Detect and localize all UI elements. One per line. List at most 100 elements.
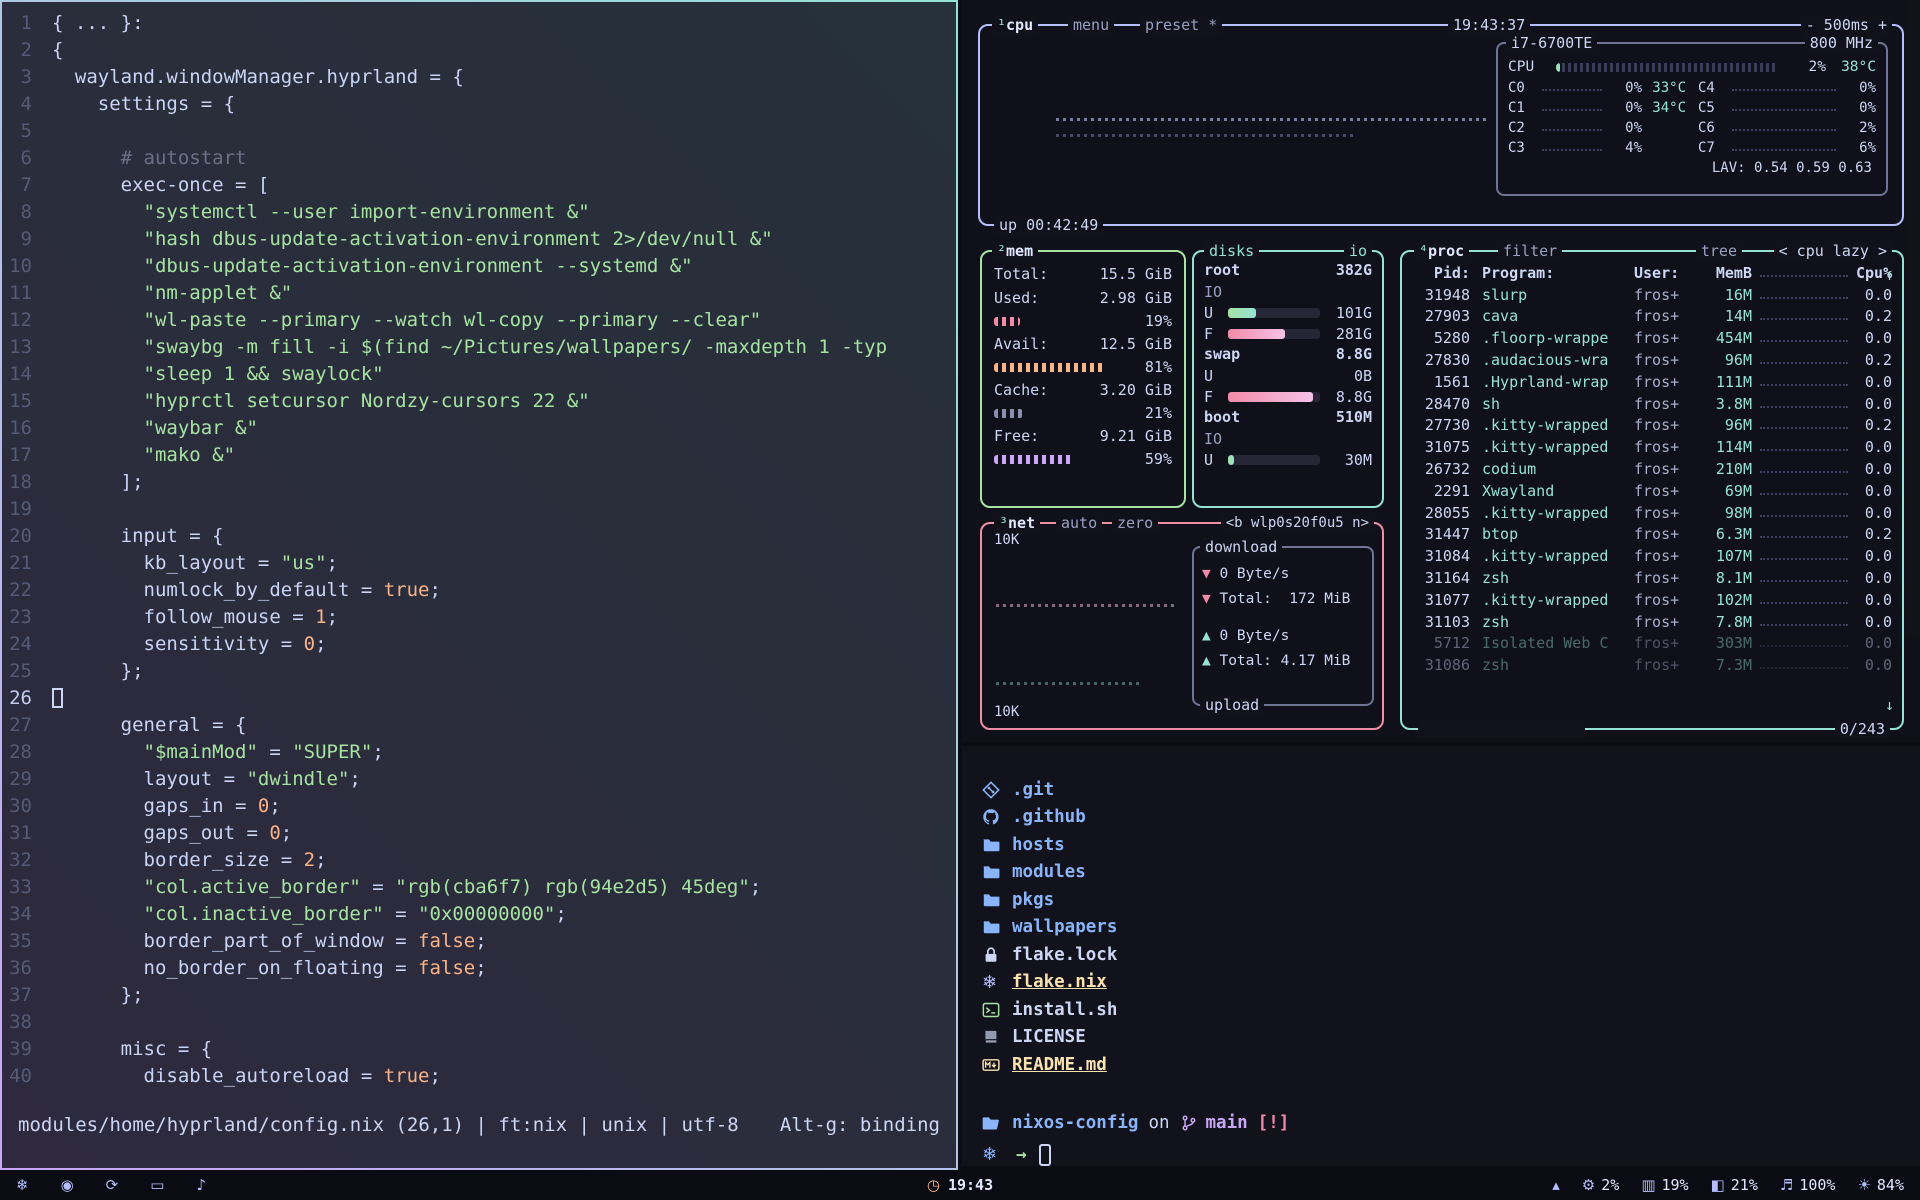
waybar-clock-module[interactable]: ◷ 19:43	[927, 1176, 993, 1194]
editor-line[interactable]: 4 settings = {	[2, 91, 956, 118]
disk-module[interactable]: ◧21%	[1711, 1176, 1758, 1194]
tray-chevron-module[interactable]: ▴	[1552, 1176, 1560, 1194]
editor-line[interactable]: 36 no_border_on_floating = false;	[2, 955, 956, 982]
editor-line[interactable]: 20 input = {	[2, 523, 956, 550]
process-row[interactable]: 28055.kitty-wrappedfros+98M0.0	[1414, 502, 1892, 524]
process-row[interactable]: 31447btopfros+6.3M0.2	[1414, 524, 1892, 546]
editor-line[interactable]: 16 "waybar &"	[2, 415, 956, 442]
brightness-module[interactable]: ☀84%	[1857, 1176, 1904, 1194]
editor-line[interactable]: 8 "systemctl --user import-environment &…	[2, 199, 956, 226]
refresh-icon[interactable]: ⟳	[106, 1176, 119, 1194]
proc-header-row[interactable]: Pid: Program: User: MemB Cpu%	[1414, 262, 1892, 284]
editor-line[interactable]: 18 ];	[2, 469, 956, 496]
file-item[interactable]: install.sh	[982, 996, 1920, 1024]
editor-line[interactable]: 9 "hash dbus-update-activation-environme…	[2, 226, 956, 253]
file-item[interactable]: README.md	[982, 1051, 1920, 1079]
editor-line[interactable]: 40 disable_autoreload = true;	[2, 1063, 956, 1090]
file-item[interactable]: LICENSE	[982, 1024, 1920, 1052]
editor-line[interactable]: 13 "swaybg -m fill -i $(find ~/Pictures/…	[2, 334, 956, 361]
editor-line[interactable]: 6 # autostart	[2, 145, 956, 172]
editor-line[interactable]: 38	[2, 1009, 956, 1036]
process-row[interactable]: 31086zshfros+7.3M0.0	[1414, 654, 1892, 676]
proc-header-pid[interactable]: Pid:	[1414, 264, 1470, 282]
proc-header-mem[interactable]: MemB	[1700, 264, 1752, 282]
process-row[interactable]: 27830.audacious-wrafros+96M0.2	[1414, 349, 1892, 371]
editor-line[interactable]: 10 "dbus-update-activation-environment -…	[2, 253, 956, 280]
process-row[interactable]: 27730.kitty-wrappedfros+96M0.2	[1414, 415, 1892, 437]
editor-line[interactable]: 7 exec-once = [	[2, 172, 956, 199]
process-row[interactable]: 31084.kitty-wrappedfros+107M0.0	[1414, 545, 1892, 567]
editor-line[interactable]: 35 border_part_of_window = false;	[2, 928, 956, 955]
process-row[interactable]: 31077.kitty-wrappedfros+102M0.0	[1414, 589, 1892, 611]
editor-line[interactable]: 23 follow_mouse = 1;	[2, 604, 956, 631]
editor-line[interactable]: 12 "wl-paste --primary --watch wl-copy -…	[2, 307, 956, 334]
editor-line[interactable]: 27 general = {	[2, 712, 956, 739]
editor-line[interactable]: 21 kb_layout = "us";	[2, 550, 956, 577]
editor-line[interactable]: 15 "hyprctl setcursor Nordzy-cursors 22 …	[2, 388, 956, 415]
file-item[interactable]: ❄flake.nix	[982, 969, 1920, 997]
editor-line[interactable]: 39 misc = {	[2, 1036, 956, 1063]
process-row[interactable]: 1561.Hyprland-wrapfros+111M0.0	[1414, 371, 1892, 393]
process-row[interactable]: 28470shfros+3.8M0.0	[1414, 393, 1892, 415]
editor-line[interactable]: 11 "nm-applet &"	[2, 280, 956, 307]
proc-filter-button[interactable]: filter	[1498, 241, 1562, 261]
editor-line[interactable]: 19	[2, 496, 956, 523]
editor-line[interactable]: 34 "col.inactive_border" = "0x00000000";	[2, 901, 956, 928]
editor-line[interactable]: 24 sensitivity = 0;	[2, 631, 956, 658]
file-item[interactable]: wallpapers	[982, 914, 1920, 942]
scroll-down-indicator[interactable]: ↓	[1885, 696, 1894, 714]
proc-select-key[interactable]: select	[1495, 740, 1549, 742]
net-auto-button[interactable]: auto	[1056, 513, 1102, 533]
file-item[interactable]: flake.lock	[982, 941, 1920, 969]
process-row[interactable]: 31075.kitty-wrappedfros+114M0.0	[1414, 436, 1892, 458]
proc-footer-keys[interactable]: select ↵info ↵signals	[1418, 719, 1585, 739]
nix-logo-icon[interactable]: ❄	[16, 1176, 29, 1194]
file-item[interactable]: .git	[982, 776, 1920, 804]
display-icon[interactable]: ▭	[150, 1176, 164, 1194]
proc-sort-selector[interactable]: < cpu lazy >	[1774, 241, 1892, 261]
proc-box-title[interactable]: ⁴proc	[1414, 241, 1469, 261]
scroll-up-indicator[interactable]: ↑	[1885, 266, 1894, 284]
editor-line[interactable]: 29 layout = "dwindle";	[2, 766, 956, 793]
editor-line[interactable]: 30 gaps_in = 0;	[2, 793, 956, 820]
file-item[interactable]: pkgs	[982, 886, 1920, 914]
memory-module[interactable]: ▥19%	[1641, 1176, 1688, 1194]
process-row[interactable]: 26732codiumfros+210M0.0	[1414, 458, 1892, 480]
net-box-title[interactable]: ³net	[994, 513, 1040, 533]
terminal-surface[interactable]: .git.githubhostsmodulespkgswallpapersfla…	[962, 746, 1920, 1166]
mem-box-title[interactable]: ²mem	[992, 241, 1038, 261]
process-row[interactable]: 27903cavafros+14M0.2	[1414, 306, 1892, 328]
proc-tree-button[interactable]: tree	[1696, 241, 1742, 261]
editor-line[interactable]: 2{	[2, 37, 956, 64]
process-row[interactable]: 5712Isolated Web Cfros+303M0.0	[1414, 633, 1892, 655]
net-interface-selector[interactable]: <b wlp0s20f0u5 n>	[1221, 513, 1374, 533]
editor-line[interactable]: 33 "col.active_border" = "rgb(cba6f7) rg…	[2, 874, 956, 901]
editor-line[interactable]: 31 gaps_out = 0;	[2, 820, 956, 847]
editor-line[interactable]: 5	[2, 118, 956, 145]
process-row[interactable]: 31948slurpfros+16M0.0	[1414, 284, 1892, 306]
process-row[interactable]: 31103zshfros+7.8M0.0	[1414, 611, 1892, 633]
editor-line[interactable]: 26	[2, 685, 956, 712]
editor-line[interactable]: 17 "mako &"	[2, 442, 956, 469]
editor-line[interactable]: 25 };	[2, 658, 956, 685]
file-item[interactable]: .github	[982, 804, 1920, 832]
shell-input-line[interactable]: ❄ →	[982, 1141, 1920, 1167]
disks-io-toggle[interactable]: io	[1344, 241, 1372, 261]
file-item[interactable]: hosts	[982, 831, 1920, 859]
power-icon[interactable]: ◉	[61, 1176, 74, 1194]
process-row[interactable]: 2291Xwaylandfros+69M0.0	[1414, 480, 1892, 502]
editor-line[interactable]: 22 numlock_by_default = true;	[2, 577, 956, 604]
editor-line[interactable]: 37 };	[2, 982, 956, 1009]
editor-line[interactable]: 1{ ... }:	[2, 10, 956, 37]
editor-line[interactable]: 14 "sleep 1 && swaylock"	[2, 361, 956, 388]
file-item[interactable]: modules	[982, 859, 1920, 887]
editor-line[interactable]: 3 wayland.windowManager.hyprland = {	[2, 64, 956, 91]
editor-line[interactable]: 32 border_size = 2;	[2, 847, 956, 874]
proc-header-program[interactable]: Program:	[1470, 264, 1634, 282]
net-zero-button[interactable]: zero	[1112, 513, 1158, 533]
music-icon[interactable]: ♪	[196, 1176, 206, 1194]
process-row[interactable]: 5280.floorp-wrappefros+454M0.0	[1414, 327, 1892, 349]
cpu-module[interactable]: ⚙2%	[1582, 1176, 1620, 1194]
disks-box-title[interactable]: disks	[1204, 241, 1259, 261]
editor-line[interactable]: 28 "$mainMod" = "SUPER";	[2, 739, 956, 766]
